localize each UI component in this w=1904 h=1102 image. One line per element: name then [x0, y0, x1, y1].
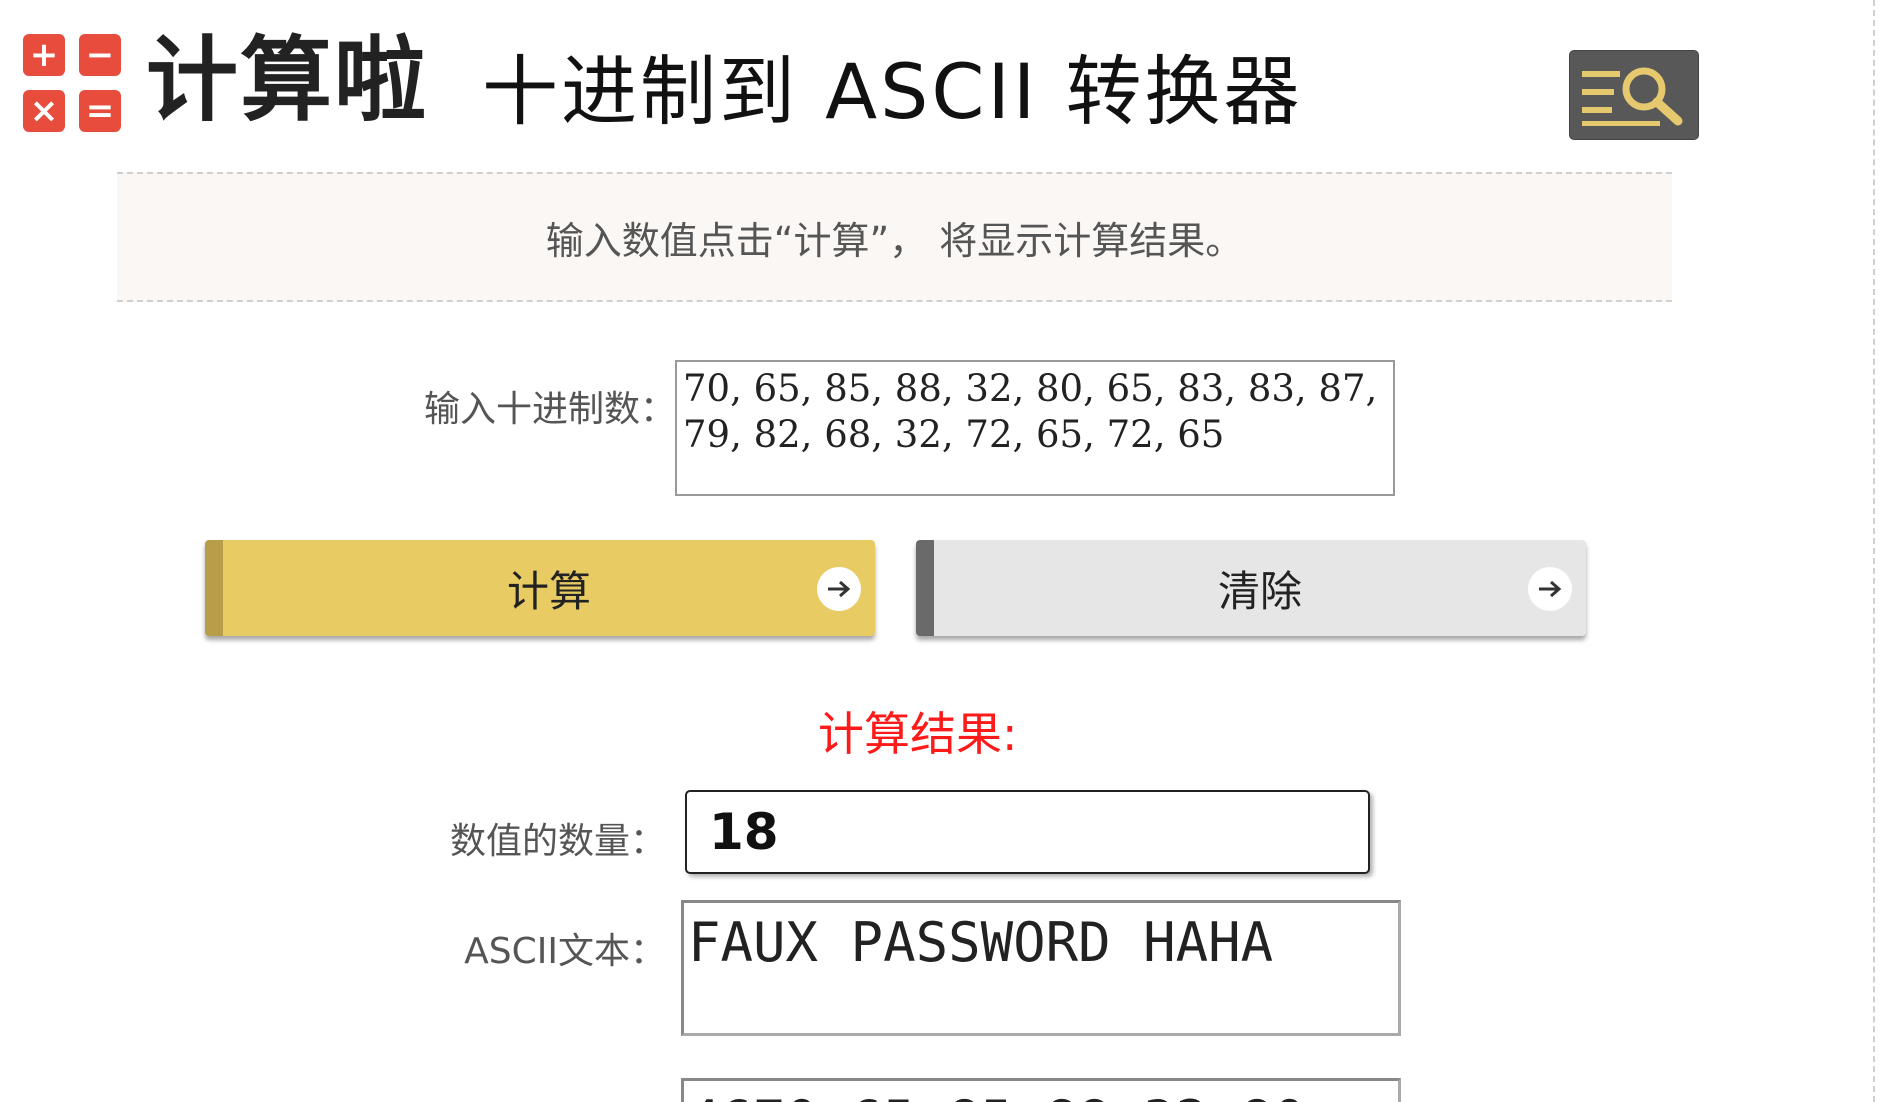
- ascii-text-output[interactable]: FAUX PASSWORD HAHA: [681, 900, 1401, 1036]
- logo-plus-icon: +: [23, 34, 65, 76]
- result-heading: 计算结果:: [818, 707, 1018, 761]
- hex-text-output[interactable]: 4670 65 85 88 32 80 65 8: [681, 1078, 1401, 1102]
- decimal-input[interactable]: 70, 65, 85, 88, 32, 80, 65, 83, 83, 87, …: [675, 360, 1395, 496]
- instruction-banner: 输入数值点击“计算”， 将显示计算结果。: [117, 172, 1672, 302]
- site-logo[interactable]: + − × =: [23, 34, 123, 134]
- logo-minus-icon: −: [79, 34, 121, 76]
- page-title: 十进制到 ASCII 转换器: [482, 47, 1303, 136]
- decimal-input-label: 输入十进制数：: [423, 389, 676, 430]
- count-label: 数值的数量：: [449, 821, 666, 862]
- clear-button-label: 清除: [1217, 566, 1302, 616]
- calculate-button-label: 计算: [506, 566, 591, 616]
- hex-text-label: 十六进制（文本）：: [360, 1092, 666, 1102]
- calculate-button[interactable]: 计算: [205, 540, 875, 636]
- logo-equals-icon: =: [79, 90, 121, 132]
- ascii-text-label: ASCII文本：: [464, 931, 666, 972]
- arrow-right-icon: [1528, 567, 1572, 611]
- site-name[interactable]: 计算啦: [146, 26, 428, 136]
- arrow-right-icon: [817, 567, 861, 611]
- menu-search-button[interactable]: [1569, 50, 1699, 140]
- count-output[interactable]: 18: [685, 790, 1370, 874]
- logo-times-icon: ×: [23, 90, 65, 132]
- page-edge-guide: [1873, 0, 1875, 1102]
- instruction-text: 输入数值点击“计算”， 将显示计算结果。: [545, 218, 1244, 263]
- clear-button[interactable]: 清除: [916, 540, 1586, 636]
- menu-search-icon: [1582, 67, 1683, 126]
